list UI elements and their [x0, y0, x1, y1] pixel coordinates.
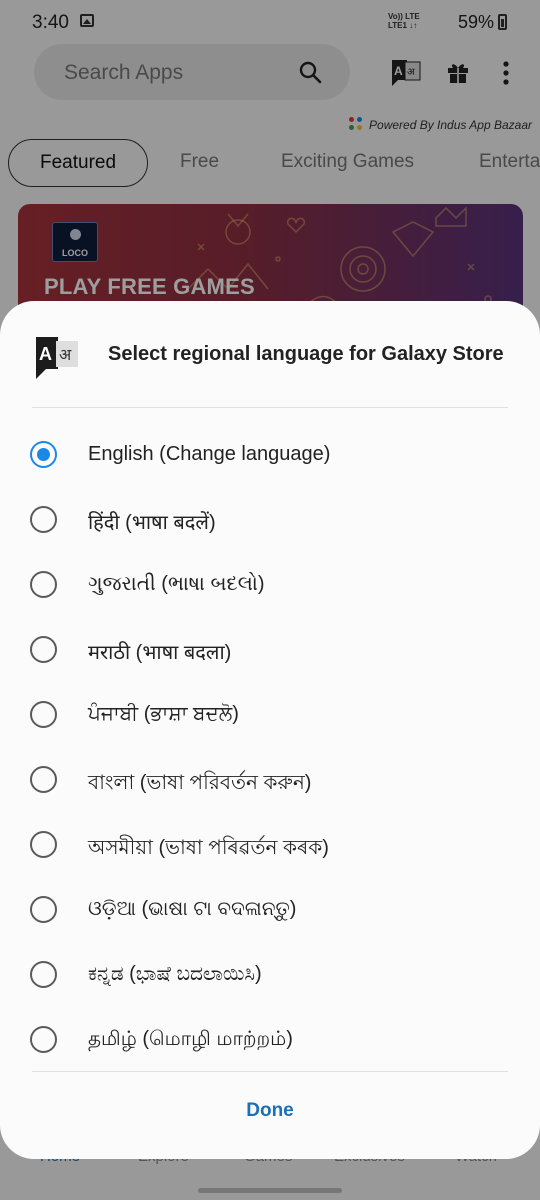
language-option[interactable]: ଓଡ଼ିଆ (ଭାଷା ଟା ବଦଳାନ୍ତୁ) — [0, 756, 540, 923]
divider — [32, 1071, 508, 1072]
radio-button[interactable] — [30, 961, 57, 988]
radio-button[interactable] — [30, 1026, 57, 1053]
language-option[interactable]: English (Change language) — [0, 301, 540, 468]
language-option[interactable]: हिंदी (भाषा बदलें) — [0, 366, 540, 534]
language-option[interactable]: ਪੰਜਾਬੀ (ਭਾਸ਼ਾ ਬਦਲੋ) — [0, 561, 540, 728]
language-option[interactable]: ಕನ್ನಡ (ಭಾಷೆ ಬದಲಾಯಿಸಿ) — [0, 821, 540, 988]
language-option[interactable]: অসমীয়া (ভাষা পৰিৱৰ্তন কৰক) — [0, 691, 540, 859]
language-option[interactable]: मराठी (भाषा बदला) — [0, 496, 540, 664]
language-option[interactable]: বাংলা (ভাষা পরিবর্তন করুন) — [0, 626, 540, 794]
language-option[interactable]: தமிழ் (மொழி மாற்றம்) — [0, 886, 540, 1053]
language-option-label: ಕನ್ನಡ (ಭಾಷೆ ಬದಲಾಯಿಸಿ) — [88, 963, 262, 985]
language-option[interactable]: ગુજરાતી (ભાષા બદલો) — [0, 431, 540, 598]
language-option-label: தமிழ் (மொழி மாற்றம்) — [88, 1028, 293, 1050]
done-button[interactable]: Done — [170, 1091, 370, 1131]
language-dialog: A अ Select regional language for Galaxy … — [0, 301, 540, 1159]
home-indicator[interactable] — [198, 1188, 342, 1193]
